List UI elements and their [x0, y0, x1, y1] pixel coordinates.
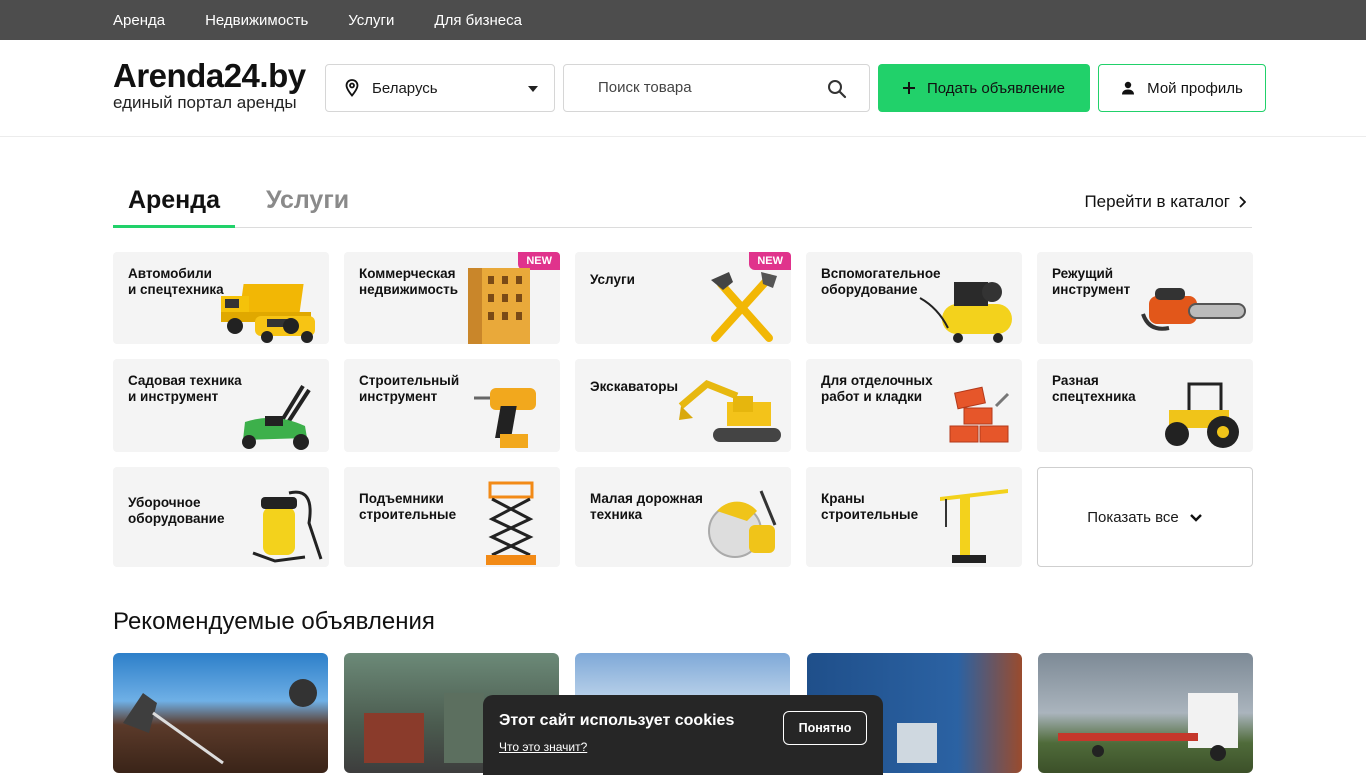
site-logo[interactable]: Arenda24.by единый портал аренды	[113, 58, 306, 112]
tractor-icon	[1165, 382, 1239, 448]
topnav-item-realty[interactable]: Недвижимость	[205, 12, 308, 29]
site-header: Arenda24.by единый портал аренды Беларус…	[0, 40, 1366, 137]
top-navigation: Аренда Недвижимость Услуги Для бизнеса	[0, 0, 1366, 40]
topnav-item-rent[interactable]: Аренда	[113, 12, 165, 29]
category-card-excavators[interactable]: Экскаваторы	[575, 359, 791, 452]
category-card-cutting[interactable]: Режущий инструмент	[1037, 252, 1253, 344]
truck-icon	[221, 284, 315, 343]
topnav-item-services[interactable]: Услуги	[348, 12, 394, 29]
category-label: Малая дорожная техника	[590, 491, 703, 522]
profile-label: Мой профиль	[1147, 79, 1243, 97]
tools-icon	[711, 272, 777, 342]
category-card-lifts[interactable]: Подъемники строительные	[344, 467, 560, 567]
listing-card-5[interactable]	[1038, 653, 1253, 773]
category-card-cleaning[interactable]: Уборочное оборудование	[113, 467, 329, 567]
excavator-icon	[678, 379, 781, 442]
category-card-cranes[interactable]: Краны строительные	[806, 467, 1022, 567]
listing-photo	[123, 679, 317, 765]
show-all-button[interactable]: Показать все	[1037, 467, 1253, 567]
cookie-info-link[interactable]: Что это значит?	[499, 740, 587, 754]
category-label: Для отделочных работ и кладки	[821, 373, 933, 404]
recommended-title: Рекомендуемые объявления	[113, 608, 435, 635]
topnav-item-business[interactable]: Для бизнеса	[434, 12, 522, 29]
category-label: Уборочное оборудование	[128, 495, 225, 526]
category-card-auxiliary[interactable]: Вспомогательное оборудование	[806, 252, 1022, 344]
search-box	[563, 64, 870, 112]
cookie-title: Этот сайт использует cookies	[499, 712, 735, 729]
region-value: Беларусь	[372, 79, 438, 97]
category-card-road[interactable]: Малая дорожная техника	[575, 467, 791, 567]
category-tabs: Аренда Услуги Перейти в каталог	[113, 180, 1252, 228]
catalog-link-label: Перейти в каталог	[1084, 192, 1230, 211]
logo-title: Arenda24.by	[113, 57, 306, 94]
compressor-icon	[919, 282, 1012, 343]
category-card-services[interactable]: Услуги NEW	[575, 252, 791, 344]
lawnmower-icon	[242, 384, 311, 450]
chevron-down-icon	[528, 86, 538, 92]
location-pin-icon	[345, 79, 359, 97]
category-card-finishing[interactable]: Для отделочных работ и кладки	[806, 359, 1022, 452]
listing-card-1[interactable]	[113, 653, 328, 773]
user-icon	[1122, 81, 1135, 95]
catalog-link[interactable]: Перейти в каталог	[1084, 192, 1246, 212]
post-ad-label: Подать объявление	[926, 79, 1066, 97]
cookie-banner: Этот сайт использует cookies Что это зна…	[483, 695, 883, 775]
category-label: Услуги	[590, 272, 635, 287]
plus-icon	[902, 82, 915, 94]
tab-services[interactable]: Услуги	[266, 186, 349, 215]
category-card-special-machinery[interactable]: Разная спецтехника	[1037, 359, 1253, 452]
chevron-down-icon	[1189, 513, 1202, 522]
bricks-icon	[949, 386, 1010, 443]
chevron-right-icon	[1239, 196, 1246, 208]
building-icon	[468, 268, 530, 344]
cookie-accept-button[interactable]: Понятно	[783, 711, 867, 745]
listing-photo	[1058, 693, 1238, 761]
tab-rent[interactable]: Аренда	[113, 186, 235, 228]
region-select[interactable]: Беларусь	[325, 64, 555, 112]
category-label: Строительный инструмент	[359, 373, 460, 404]
category-card-construction-tools[interactable]: Строительный инструмент	[344, 359, 560, 452]
drill-icon	[474, 388, 536, 448]
category-card-commercial-realty[interactable]: Коммерческая недвижимость NEW	[344, 252, 560, 344]
chainsaw-icon	[1141, 288, 1246, 331]
logo-subtitle: единый портал аренды	[113, 93, 297, 112]
road-saw-icon	[708, 490, 777, 558]
category-label: Подъемники строительные	[359, 491, 457, 522]
crane-icon	[940, 489, 1008, 563]
category-card-garden[interactable]: Садовая техника и инструмент	[113, 359, 329, 452]
category-card-vehicles[interactable]: Автомобили и спецтехника	[113, 252, 329, 344]
scissor-lift-icon	[486, 481, 536, 565]
search-icon[interactable]	[827, 79, 847, 99]
show-all-label: Показать все	[1087, 508, 1179, 526]
category-label: Краны строительные	[821, 491, 919, 522]
vacuum-icon	[252, 490, 323, 563]
profile-button[interactable]: Мой профиль	[1098, 64, 1266, 112]
post-ad-button[interactable]: Подать объявление	[878, 64, 1090, 112]
search-input[interactable]	[598, 79, 818, 96]
